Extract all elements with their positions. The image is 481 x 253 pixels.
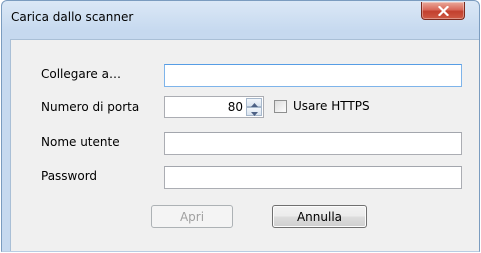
username-label: Nome utente <box>41 135 120 149</box>
password-input[interactable] <box>164 166 462 189</box>
close-icon <box>437 5 449 16</box>
open-button[interactable]: Apri <box>151 205 233 228</box>
cancel-button[interactable]: Annulla <box>272 205 367 228</box>
https-checkbox[interactable] <box>274 100 287 113</box>
connect-input[interactable] <box>164 64 462 87</box>
port-decrement-button[interactable] <box>246 107 262 116</box>
dialog-window: Carica dallo scanner Collegare a… Numero… <box>1 0 480 252</box>
https-label[interactable]: Usare HTTPS <box>293 99 370 113</box>
port-value[interactable]: 80 <box>228 100 243 114</box>
port-label: Numero di porta <box>41 100 140 114</box>
spinner-buttons <box>246 98 262 116</box>
username-input[interactable] <box>164 132 462 155</box>
password-label: Password <box>41 169 98 183</box>
close-button[interactable] <box>421 2 465 20</box>
dialog-client-area: Collegare a… Numero di porta 80 Usare HT… <box>10 39 479 251</box>
window-title: Carica dallo scanner <box>11 10 134 24</box>
arrow-down-icon <box>250 105 258 119</box>
title-bar[interactable]: Carica dallo scanner <box>2 1 479 32</box>
port-spinner[interactable]: 80 <box>164 96 264 118</box>
connect-label: Collegare a… <box>41 67 121 81</box>
